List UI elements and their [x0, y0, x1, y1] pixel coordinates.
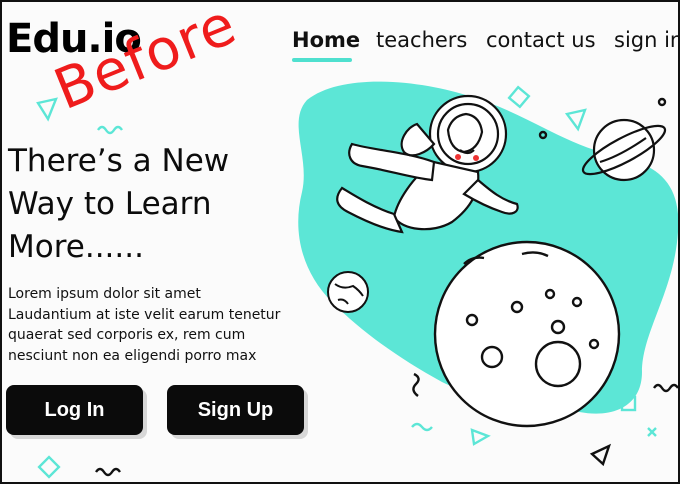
hero-headline-line: More...... — [8, 229, 144, 265]
hero-description-line: quaerat sed corporis ex, rem cum — [8, 327, 246, 343]
nav-item-teachers[interactable]: teachers — [376, 28, 467, 52]
triangle-icon — [470, 428, 491, 446]
hero-description: Lorem ipsum dolor sit amet Laudantium at… — [8, 284, 298, 366]
login-button[interactable]: Log In — [6, 385, 143, 435]
nav-item-sign-in[interactable]: sign in — [614, 28, 678, 52]
planet-ring-icon — [581, 118, 667, 182]
astronaut-icon — [336, 94, 519, 234]
hero-description-line: Lorem ipsum dolor sit amet — [8, 286, 201, 302]
squiggle-icon — [412, 372, 420, 397]
squiggle-icon — [411, 422, 433, 432]
top-nav: Home teachers contact us sign in — [292, 28, 678, 68]
squiggle-icon — [97, 125, 123, 135]
moon-icon — [433, 240, 621, 428]
hero-headline: There’s a New Way to Learn More...... — [8, 140, 288, 269]
square-icon — [507, 85, 531, 109]
squiggle-icon — [95, 467, 121, 477]
hero-headline-line: Way to Learn — [8, 186, 212, 222]
triangle-icon — [589, 443, 612, 467]
triangle-icon — [36, 97, 58, 122]
nav-item-contact-us[interactable]: contact us — [486, 28, 596, 52]
plus-icon — [647, 427, 657, 437]
hero-description-line: Laudantium at iste velit earum tenetur — [8, 306, 281, 323]
signup-button[interactable]: Sign Up — [167, 385, 304, 435]
hero-headline-line: There’s a New — [8, 143, 230, 179]
page-frame: Edu.io Before Home teachers contact us s… — [0, 0, 680, 484]
teal-blob-shape — [298, 81, 678, 414]
squiggle-icon — [653, 383, 678, 393]
square-icon — [37, 455, 61, 479]
nav-item-label: Home — [292, 28, 361, 52]
small-planet-icon — [327, 271, 369, 313]
triangle-icon — [564, 108, 587, 132]
square-icon — [620, 395, 637, 412]
hero-description-line: nesciunt non ea eligendi porro max — [8, 347, 257, 364]
nav-item-home[interactable]: Home — [292, 28, 361, 62]
active-nav-indicator — [292, 58, 352, 62]
